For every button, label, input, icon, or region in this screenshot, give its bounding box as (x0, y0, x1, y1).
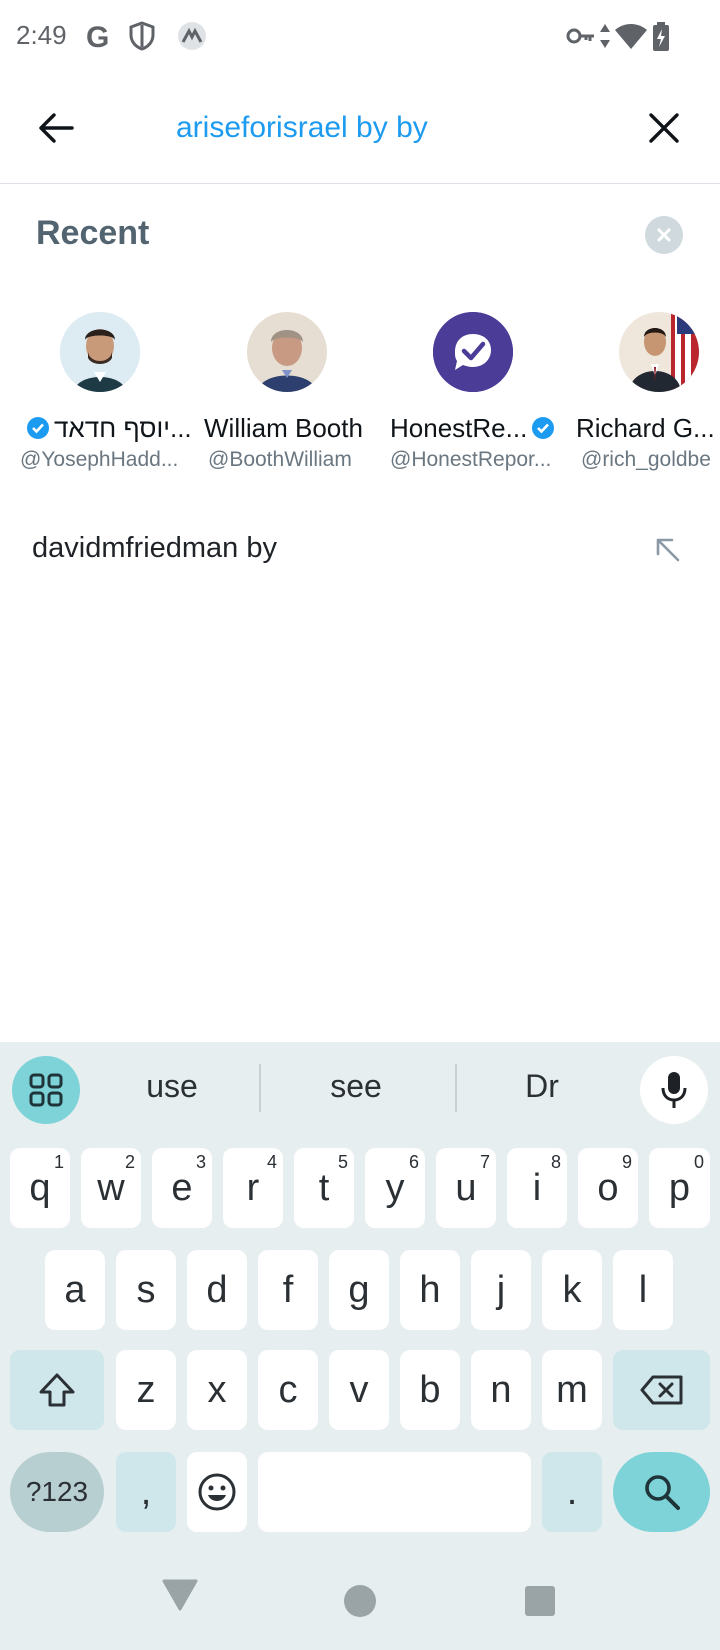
arrow-left-icon (39, 113, 74, 143)
home-nav-button[interactable] (343, 1584, 377, 1623)
microphone-icon (661, 1072, 687, 1108)
data-arrows-icon (598, 22, 612, 55)
suggestion-1[interactable]: use (112, 1068, 232, 1105)
circle-home-icon (344, 1585, 376, 1617)
key-n[interactable]: n (471, 1350, 531, 1430)
avatar (433, 312, 513, 392)
key-v[interactable]: v (329, 1350, 389, 1430)
recent-user-card[interactable]: יוסף חדאד... @YosephHadd... (18, 310, 198, 480)
key-a[interactable]: a (45, 1250, 105, 1330)
symbols-key[interactable]: ?123 (10, 1452, 104, 1532)
key-i[interactable]: i8 (507, 1148, 567, 1228)
clear-search-button[interactable] (638, 102, 690, 154)
recent-search-text: davidmfriedman by (32, 532, 277, 564)
key-j[interactable]: j (471, 1250, 531, 1330)
clear-recent-button[interactable] (645, 216, 683, 254)
key-p[interactable]: p0 (649, 1148, 710, 1228)
key-k[interactable]: k (542, 1250, 602, 1330)
grid-icon (29, 1073, 63, 1107)
status-time: 2:49 (16, 20, 67, 50)
recents-nav-button[interactable] (524, 1585, 556, 1622)
key-y[interactable]: y6 (365, 1148, 425, 1228)
recent-search-item[interactable]: davidmfriedman by (0, 520, 720, 584)
key-z[interactable]: z (116, 1350, 176, 1430)
svg-text:G: G (86, 21, 109, 52)
search-key[interactable] (613, 1452, 710, 1532)
recent-users-carousel[interactable]: יוסף חדאד... @YosephHadd... William Boot… (0, 310, 720, 480)
key-m[interactable]: m (542, 1350, 602, 1430)
key-icon (566, 22, 596, 55)
backspace-key[interactable] (613, 1350, 710, 1430)
key-l[interactable]: l (613, 1250, 673, 1330)
key-g[interactable]: g (329, 1250, 389, 1330)
battery-charging-icon (652, 22, 670, 57)
recent-user-handle: @rich_goldbe (581, 448, 711, 471)
back-button[interactable] (30, 102, 82, 154)
recent-user-handle: @BoothWilliam (208, 448, 352, 471)
google-icon: G (84, 20, 114, 54)
key-f[interactable]: f (258, 1250, 318, 1330)
fill-query-button[interactable] (652, 534, 684, 566)
shift-icon (39, 1373, 75, 1407)
suggestion-2[interactable]: see (296, 1068, 416, 1105)
space-key[interactable] (258, 1452, 531, 1532)
key-q[interactable]: q1 (10, 1148, 70, 1228)
suggestion-divider (259, 1064, 261, 1112)
search-input[interactable]: ariseforisrael by by (176, 104, 428, 152)
triangle-back-icon (162, 1579, 198, 1611)
avatar (60, 312, 140, 392)
key-b[interactable]: b (400, 1350, 460, 1430)
wifi-icon (614, 22, 648, 55)
recent-title: Recent (36, 214, 150, 252)
recent-user-name: Richard G... (576, 412, 715, 443)
key-r[interactable]: r4 (223, 1148, 283, 1228)
key-s[interactable]: s (116, 1250, 176, 1330)
key-o[interactable]: o9 (578, 1148, 638, 1228)
recent-user-card[interactable]: HonestRe... @HonestRepor... (390, 310, 570, 480)
square-recents-icon (525, 1586, 555, 1616)
system-nav-bar (0, 1540, 720, 1650)
key-d[interactable]: d (187, 1250, 247, 1330)
recent-user-name: William Booth (204, 412, 363, 443)
status-bar: 2:49 G (0, 0, 720, 74)
vpn-app-icon (176, 20, 206, 52)
suggestion-3[interactable]: Dr (482, 1068, 602, 1105)
search-header: ariseforisrael by by (0, 74, 720, 184)
voice-input-button[interactable] (640, 1056, 708, 1124)
verified-badge-icon (26, 416, 50, 440)
verified-badge-icon (531, 416, 555, 440)
suggestion-divider (455, 1064, 457, 1112)
backspace-icon (640, 1375, 682, 1405)
keyboard-toolbar: use see Dr (0, 1042, 720, 1132)
recent-user-name: HonestRe... (390, 412, 528, 443)
key-u[interactable]: u7 (436, 1148, 496, 1228)
shift-key[interactable] (10, 1350, 104, 1430)
close-icon (657, 228, 671, 242)
period-key[interactable]: . (542, 1452, 602, 1532)
recent-user-handle: @HonestRepor... (390, 448, 552, 471)
key-t[interactable]: t5 (294, 1148, 354, 1228)
arrow-up-left-icon (656, 538, 680, 562)
recent-user-handle: @YosephHadd... (20, 448, 179, 471)
avatar (619, 312, 699, 392)
keyboard-apps-button[interactable] (12, 1056, 80, 1124)
key-e[interactable]: e3 (152, 1148, 212, 1228)
comma-key[interactable]: , (116, 1452, 176, 1532)
recent-user-name: יוסף חדאד... (54, 412, 192, 443)
emoji-key[interactable] (187, 1452, 247, 1532)
emoji-icon (198, 1473, 236, 1511)
key-x[interactable]: x (187, 1350, 247, 1430)
shield-icon (128, 20, 158, 52)
key-c[interactable]: c (258, 1350, 318, 1430)
recent-user-card[interactable]: William Booth @BoothWilliam (204, 310, 384, 480)
recent-user-card[interactable]: Richard G... @rich_goldbe (576, 310, 720, 480)
key-w[interactable]: w2 (81, 1148, 141, 1228)
search-icon (644, 1475, 680, 1510)
close-icon (649, 113, 679, 143)
key-h[interactable]: h (400, 1250, 460, 1330)
avatar (247, 312, 327, 392)
back-nav-button[interactable] (162, 1578, 198, 1617)
